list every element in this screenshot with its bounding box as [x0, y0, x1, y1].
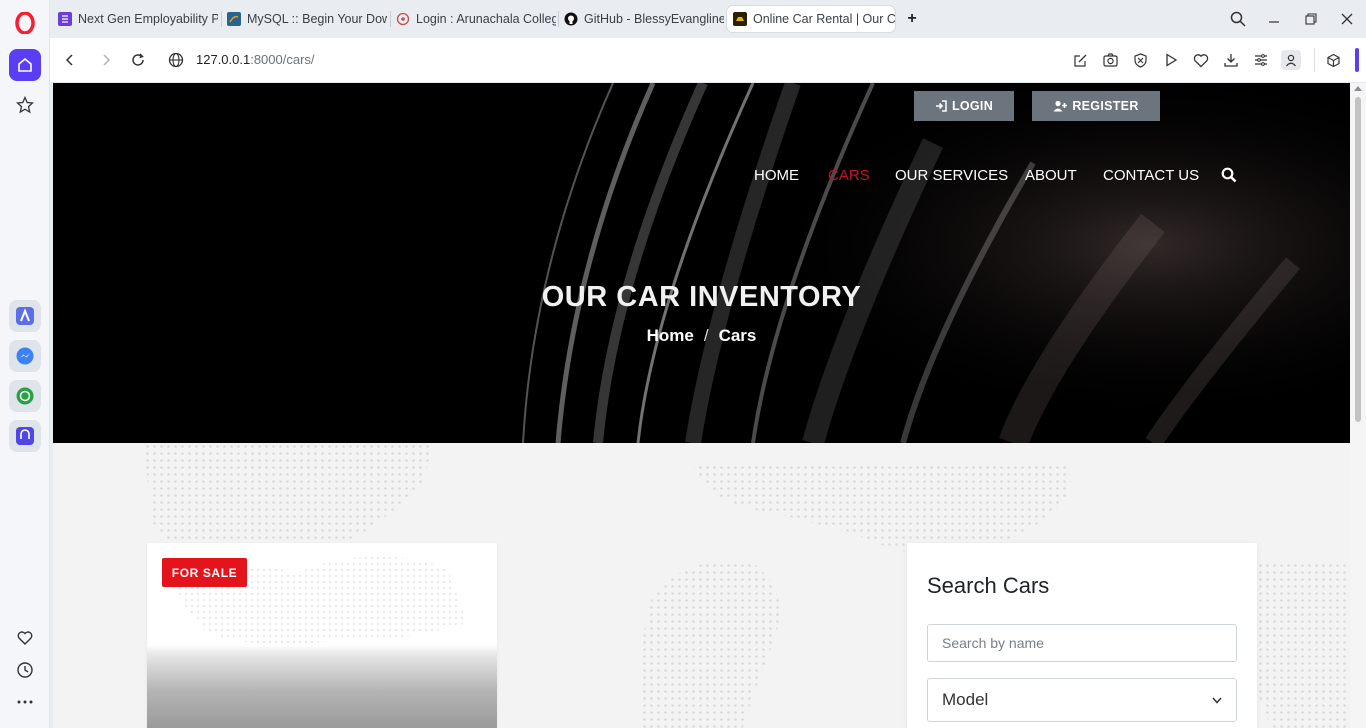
close-window-icon[interactable] [1336, 8, 1358, 30]
extensions-cube-icon[interactable] [1323, 50, 1343, 70]
nav-search-icon[interactable] [1221, 167, 1237, 183]
globe-icon [396, 12, 410, 26]
reload-icon[interactable] [128, 50, 148, 70]
tab-title: MySQL :: Begin Your Down [247, 12, 387, 26]
nav-contact-us[interactable]: CONTACT US [1103, 167, 1199, 184]
star-icon[interactable] [9, 89, 41, 121]
car-listing-card[interactable]: FOR SALE [147, 543, 497, 728]
opera-logo-icon[interactable] [14, 11, 36, 35]
breadcrumb-home-link[interactable]: Home [647, 326, 694, 345]
camera-icon[interactable] [1100, 50, 1120, 70]
back-icon[interactable] [60, 50, 80, 70]
more-icon[interactable] [9, 686, 41, 718]
car-site-icon [733, 12, 747, 26]
page-title: OUR CAR INVENTORY [541, 281, 862, 313]
tab-bar: Next Gen Employability Pr MySQL :: Begin… [50, 0, 1366, 38]
toolbar-divider [1314, 48, 1315, 72]
browser-sidebar [0, 0, 50, 728]
breadcrumb-current: Cars [718, 326, 757, 345]
site-info-globe-icon[interactable] [166, 50, 186, 70]
register-button[interactable]: REGISTER [1032, 91, 1160, 121]
register-label: REGISTER [1072, 99, 1139, 113]
url-host: 127.0.0.1 [196, 52, 251, 67]
play-icon[interactable] [1161, 50, 1181, 70]
scroll-thumb[interactable] [1355, 97, 1361, 422]
list-icon [58, 12, 72, 26]
tab-0[interactable]: Next Gen Employability Pr [52, 6, 218, 32]
model-select-value: Model [942, 690, 989, 709]
address-bar: 127.0.0.1:8000/cars/ [50, 38, 1366, 83]
easy-setup-icon[interactable] [1251, 50, 1271, 70]
breadcrumb-separator: / [703, 326, 709, 345]
edit-page-icon[interactable] [1070, 50, 1090, 70]
nav-our-services[interactable]: OUR SERVICES [895, 167, 1008, 184]
new-tab-plus-icon[interactable]: + [902, 9, 922, 29]
nav-about[interactable]: ABOUT [1025, 167, 1077, 184]
chevron-down-icon [1212, 697, 1222, 704]
tab-3[interactable]: GitHub - BlessyEvangline/ [558, 6, 724, 32]
tab-4-active[interactable]: Online Car Rental | Our Ca [727, 6, 895, 32]
sidebar-indicator [1355, 48, 1359, 72]
scroll-up-arrow-icon[interactable] [1354, 86, 1362, 91]
bookmark-heart-icon[interactable] [1191, 50, 1211, 70]
mysql-dolphin-icon [227, 12, 241, 26]
login-label: LOGIN [951, 99, 994, 113]
heart-icon[interactable] [9, 622, 41, 654]
messenger-icon[interactable] [9, 340, 41, 372]
tab-search-icon[interactable] [1227, 8, 1249, 30]
url-path: :8000/cars/ [250, 52, 315, 67]
search-by-name-input[interactable] [927, 624, 1237, 662]
minimize-icon[interactable] [1263, 8, 1285, 30]
nav-home[interactable]: HOME [754, 167, 799, 184]
download-icon[interactable] [1221, 50, 1241, 70]
search-panel-title: Search Cars [927, 573, 1050, 598]
tab-2[interactable]: Login : Arunachala College [390, 6, 556, 32]
page-scrollbar[interactable] [1350, 83, 1366, 728]
home-icon[interactable] [9, 49, 41, 81]
tab-title: Login : Arunachala College [416, 12, 556, 26]
aria-icon[interactable] [9, 300, 41, 332]
login-button[interactable]: LOGIN [914, 91, 1014, 121]
hero-banner: LOGIN REGISTER HOME CARS OUR SERVICES AB… [53, 83, 1350, 443]
whatsapp-icon[interactable] [9, 380, 41, 412]
sign-in-icon [935, 100, 947, 112]
breadcrumb: Home / Cars [53, 326, 1350, 346]
user-plus-icon [1053, 100, 1068, 112]
restore-icon[interactable] [1300, 8, 1322, 30]
adblock-shield-icon[interactable] [1130, 50, 1150, 70]
tab-title: Online Car Rental | Our Ca [753, 12, 895, 26]
tab-title: GitHub - BlessyEvangline/ [584, 12, 724, 26]
web-page: LOGIN REGISTER HOME CARS OUR SERVICES AB… [53, 83, 1350, 728]
tab-title: Next Gen Employability Pr [78, 12, 218, 26]
tab-1[interactable]: MySQL :: Begin Your Down [221, 6, 387, 32]
music-icon[interactable] [9, 420, 41, 452]
search-cars-panel: Search Cars Model [907, 543, 1257, 728]
profile-icon[interactable] [1281, 50, 1301, 70]
model-select[interactable]: Model [927, 678, 1237, 722]
history-icon[interactable] [9, 654, 41, 686]
for-sale-badge: FOR SALE [162, 558, 247, 587]
github-icon [564, 12, 578, 26]
hero-background-streaks [53, 83, 1350, 443]
nav-cars[interactable]: CARS [828, 167, 870, 184]
forward-icon[interactable] [96, 50, 116, 70]
url-field[interactable]: 127.0.0.1:8000/cars/ [196, 52, 315, 67]
